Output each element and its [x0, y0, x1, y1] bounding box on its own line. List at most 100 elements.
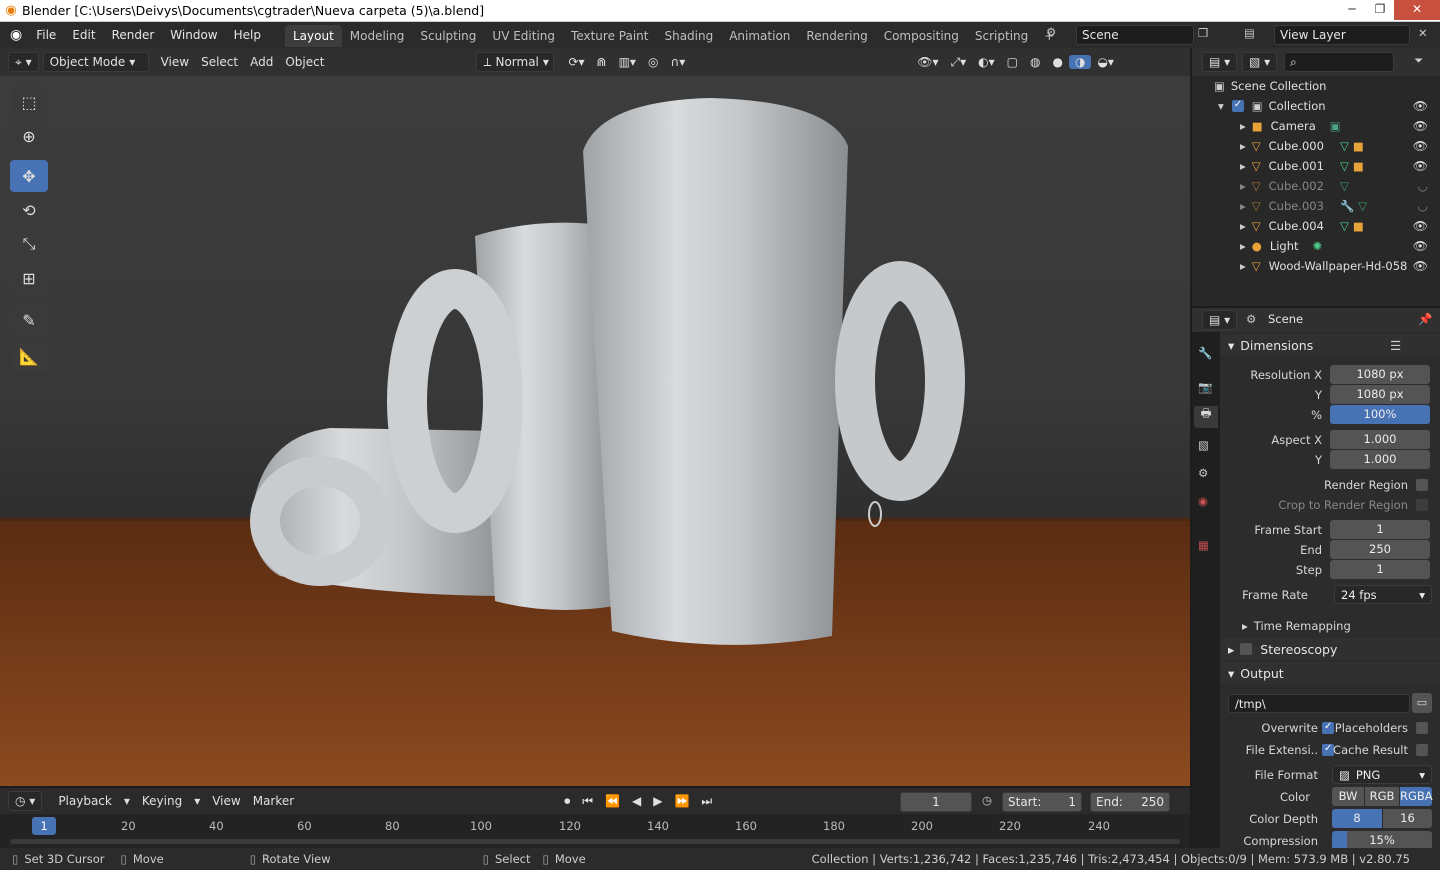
end-frame-field[interactable]: End: 250 — [1090, 792, 1170, 812]
eye-icon[interactable]: 👁 — [1413, 99, 1428, 113]
output-path-input[interactable]: /tmp\ — [1228, 694, 1410, 713]
eye-icon[interactable]: 👁 — [1413, 159, 1428, 173]
resolution-y-field[interactable]: 1080 px — [1330, 385, 1430, 404]
tab-animation[interactable]: Animation — [721, 25, 798, 47]
minimize-button[interactable]: ─ — [1338, 0, 1366, 20]
orientation-dropdown[interactable]: ⟂ Normal ▾ — [476, 52, 555, 72]
world-tab-icon[interactable]: ◉ — [1198, 494, 1208, 508]
close-button[interactable]: ✕ — [1394, 0, 1440, 20]
cursor-tool-icon[interactable]: ⊕ — [10, 120, 48, 152]
frame-end-field[interactable]: 250 — [1330, 540, 1430, 559]
tab-uv-editing[interactable]: UV Editing — [484, 25, 563, 47]
collection-checkbox[interactable] — [1231, 99, 1244, 112]
editor-type-icon[interactable]: ⌖ ▾ — [8, 52, 39, 72]
eye-closed-icon[interactable]: ◡ — [1418, 179, 1428, 193]
outliner-item[interactable]: ▸ ▽ Cube.002 ▽ ◡ — [1192, 176, 1440, 196]
tool-tab-icon[interactable]: 🔧 — [1198, 346, 1212, 360]
outliner-item[interactable]: ▸ ■ Camera ▣ 👁 — [1192, 116, 1440, 136]
pivot-icon[interactable]: ⟳▾ — [562, 55, 590, 69]
current-frame-field[interactable]: 1 — [900, 792, 972, 812]
tab-compositing[interactable]: Compositing — [876, 25, 967, 47]
frame-start-field[interactable]: 1 — [1330, 520, 1430, 539]
timeline-menu-marker[interactable]: Marker — [247, 794, 300, 808]
scene-tab-icon[interactable]: ⚙ — [1198, 466, 1208, 480]
start-frame-field[interactable]: Start: 1 — [1002, 792, 1082, 812]
solid-shading-icon[interactable]: ● — [1046, 55, 1068, 69]
xray-icon[interactable]: ▢ — [1001, 55, 1024, 69]
view-layer-tab-icon[interactable]: ▧ — [1198, 438, 1209, 452]
outliner-editor-icon[interactable]: ▤ ▾ — [1202, 52, 1238, 72]
blender-menu-icon[interactable]: ◉ — [0, 22, 28, 48]
tab-rendering[interactable]: Rendering — [798, 25, 875, 47]
jump-end-icon[interactable]: ⏭ — [695, 794, 718, 809]
scene-collection-row[interactable]: ▣ Scene Collection — [1192, 76, 1440, 96]
collection-row[interactable]: ▾ ▣ Collection 👁 — [1192, 96, 1440, 116]
stereoscopy-panel-header[interactable]: ▸ Stereoscopy — [1220, 638, 1440, 660]
falloff-icon[interactable]: ∩▾ — [664, 55, 691, 69]
expand-icon[interactable]: ▾ — [1218, 99, 1224, 113]
menu-edit[interactable]: Edit — [64, 22, 103, 48]
play-reverse-icon[interactable]: ◀ — [626, 794, 647, 808]
timeline-menu-playback[interactable]: Playback — [52, 794, 118, 808]
eye-icon[interactable]: 👁 — [1413, 219, 1428, 233]
dimensions-panel-header[interactable]: ▾ Dimensions ☰ — [1220, 334, 1440, 356]
expand-icon[interactable]: ▸ — [1240, 119, 1246, 133]
render-tab-icon[interactable]: 📷 — [1198, 380, 1212, 394]
expand-icon[interactable]: ▸ — [1240, 259, 1246, 273]
time-remapping-subpanel[interactable]: ▸ Time Remapping — [1242, 619, 1351, 633]
timeline-area[interactable]: 1 20 40 60 80 100 120 140 160 180 200 22… — [0, 814, 1190, 848]
menu-help[interactable]: Help — [226, 22, 269, 48]
select-box-tool-icon[interactable]: ⬚ — [10, 86, 48, 118]
outliner-item[interactable]: ▸ ▽ Cube.001 ▽ ■ 👁 — [1192, 156, 1440, 176]
color-bw-button[interactable]: BW — [1332, 787, 1364, 806]
crop-render-region-checkbox[interactable] — [1416, 499, 1428, 511]
expand-icon[interactable]: ▸ — [1240, 219, 1246, 233]
menu-render[interactable]: Render — [104, 22, 163, 48]
eye-icon[interactable]: 👁 — [1413, 259, 1428, 273]
viewport-menu-select[interactable]: Select — [195, 55, 244, 69]
resolution-x-field[interactable]: 1080 px — [1330, 365, 1430, 384]
viewport-menu-add[interactable]: Add — [244, 55, 279, 69]
expand-icon[interactable]: ▸ — [1240, 139, 1246, 153]
compression-slider[interactable]: 15% — [1332, 831, 1432, 848]
texture-tab-icon[interactable]: ▦ — [1198, 538, 1209, 552]
output-tab-icon[interactable]: 🖶 — [1194, 406, 1218, 428]
scene-icon[interactable]: ⚙ — [1046, 25, 1056, 39]
eye-closed-icon[interactable]: ◡ — [1418, 199, 1428, 213]
tab-texture-paint[interactable]: Texture Paint — [563, 25, 656, 47]
timeline-editor-icon[interactable]: ◷ ▾ — [8, 791, 43, 811]
jump-start-icon[interactable]: ⏮ — [576, 794, 599, 809]
object-mode-dropdown[interactable]: Object Mode ▾ — [42, 52, 149, 72]
remove-view-layer-icon[interactable]: ✕ — [1418, 26, 1428, 40]
maximize-button[interactable]: ❐ — [1366, 0, 1394, 20]
tab-scripting[interactable]: Scripting — [967, 25, 1036, 47]
color-depth-8-button[interactable]: 8 — [1332, 809, 1382, 828]
timeline-menu-view[interactable]: View — [206, 794, 246, 808]
material-shading-icon[interactable]: ◑ — [1068, 55, 1092, 69]
filter-icon[interactable]: ⏷ — [1414, 53, 1423, 68]
render-region-checkbox[interactable] — [1416, 479, 1428, 491]
folder-icon[interactable]: ▭ — [1412, 693, 1432, 713]
view-layer-icon[interactable]: ▤ — [1244, 26, 1255, 40]
eye-icon[interactable]: 👁 — [1413, 119, 1428, 133]
playback-chevron-icon[interactable]: ▾ — [118, 794, 136, 808]
eye-icon[interactable]: 👁 — [1413, 239, 1428, 253]
rendered-shading-icon[interactable]: ◒▾ — [1091, 55, 1120, 69]
color-depth-16-button[interactable]: 16 — [1383, 809, 1432, 828]
proportional-edit-icon[interactable]: ◎ — [642, 55, 664, 69]
file-format-dropdown[interactable]: ▨ PNG ▾ — [1332, 765, 1432, 784]
placeholders-checkbox[interactable] — [1416, 722, 1428, 734]
tab-sculpting[interactable]: Sculpting — [412, 25, 484, 47]
color-rgba-button[interactable]: RGBA — [1400, 787, 1433, 806]
cache-result-checkbox[interactable] — [1416, 744, 1428, 756]
frame-rate-dropdown[interactable]: 24 fps ▾ — [1334, 585, 1432, 604]
menu-file[interactable]: File — [28, 22, 64, 48]
outliner-item[interactable]: ▸ ● Light ✺ 👁 — [1192, 236, 1440, 256]
presets-icon[interactable]: ☰ — [1390, 338, 1401, 353]
tab-layout[interactable]: Layout — [284, 25, 342, 47]
frame-step-field[interactable]: 1 — [1330, 560, 1430, 579]
display-mode-icon[interactable]: ▧ ▾ — [1242, 52, 1278, 72]
eye-icon[interactable]: 👁 — [1413, 139, 1428, 153]
output-panel-header[interactable]: ▾ Output — [1220, 662, 1440, 684]
expand-icon[interactable]: ▸ — [1240, 239, 1246, 253]
